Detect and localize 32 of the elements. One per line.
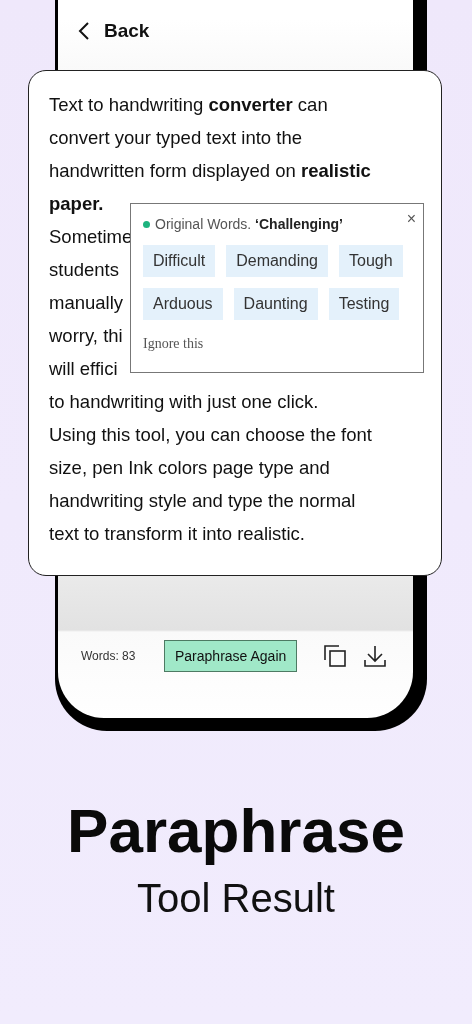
status-dot bbox=[143, 220, 150, 228]
text-line: Sometime bbox=[49, 225, 133, 249]
text-line: to handwriting with just one click. bbox=[49, 390, 319, 414]
download-icon[interactable] bbox=[363, 644, 388, 668]
text-line: manually bbox=[49, 291, 124, 315]
text-line: Using this tool, you can choose the font bbox=[49, 423, 372, 447]
text-line: paper. bbox=[49, 192, 104, 216]
text-line: convert your typed text into the bbox=[49, 126, 302, 150]
original-word-label: Original Words. ‘Challenging’ bbox=[155, 216, 343, 232]
word-count: Words: 83 bbox=[81, 649, 137, 663]
copy-icon[interactable] bbox=[323, 644, 348, 668]
caption-title: Paraphrase bbox=[66, 795, 406, 866]
ignore-link[interactable]: Ignore this bbox=[143, 336, 204, 352]
text-line: students bbox=[49, 258, 119, 282]
synonym-chip[interactable]: Tough bbox=[339, 245, 403, 277]
synonym-chip[interactable]: Difficult bbox=[143, 245, 216, 277]
synonym-chip[interactable]: Demanding bbox=[226, 245, 328, 277]
back-button[interactable]: Back bbox=[78, 20, 150, 42]
text-line: Text to handwriting converter can bbox=[49, 93, 328, 117]
text-line: will effici bbox=[49, 357, 118, 381]
text-line: handwriting style and type the normal bbox=[49, 489, 356, 513]
synonym-chip[interactable]: Testing bbox=[328, 288, 400, 320]
paraphrase-again-button[interactable]: Paraphrase Again bbox=[164, 640, 298, 672]
synonym-chip[interactable]: Arduous bbox=[143, 288, 223, 320]
text-line: handwritten form displayed on realistic bbox=[49, 159, 371, 183]
synonym-chip[interactable]: Daunting bbox=[233, 288, 318, 320]
caption-subtitle: Tool Result bbox=[136, 876, 336, 921]
close-button[interactable]: × bbox=[406, 211, 416, 227]
text-line: text to transform it into realistic. bbox=[49, 522, 305, 546]
text-line: worry, thi bbox=[49, 324, 123, 348]
chevron-left-icon bbox=[78, 22, 90, 40]
text-line: size, pen Ink colors page type and bbox=[49, 456, 330, 480]
